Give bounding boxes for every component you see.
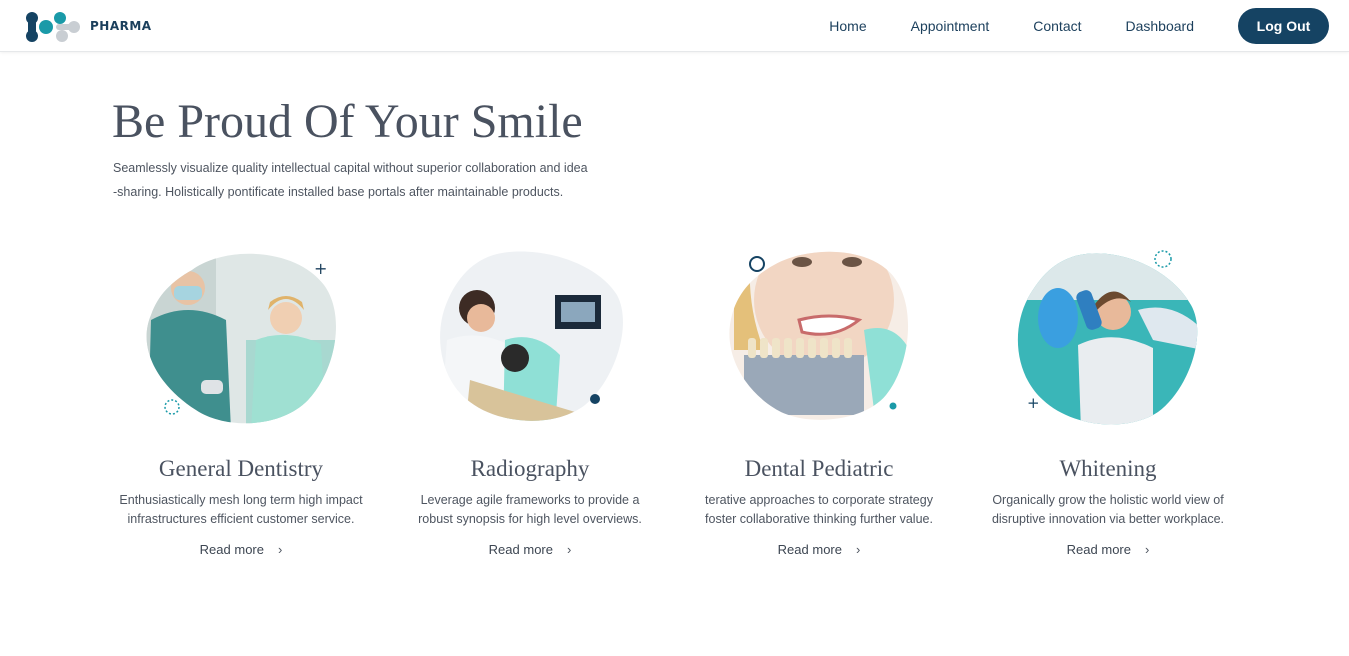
- nav-contact[interactable]: Contact: [1033, 18, 1081, 34]
- nav-appointment[interactable]: Appointment: [911, 18, 990, 34]
- service-description: terative approaches to corporate strateg…: [674, 491, 964, 529]
- read-more-link[interactable]: Read more ›: [96, 542, 386, 557]
- brand-logo[interactable]: PHARMA: [20, 6, 160, 46]
- service-description: Organically grow the holistic world view…: [963, 491, 1253, 529]
- brand-name: PHARMA: [90, 19, 152, 33]
- dentist-with-patient-photo: +: [96, 240, 386, 430]
- service-card-general-dentistry: + General Dentistry Enthusiastically mes…: [96, 240, 386, 570]
- read-more-label: Read more: [777, 542, 842, 557]
- hero-title: Be Proud Of Your Smile: [112, 95, 583, 148]
- nav-dashboard[interactable]: Dashboard: [1126, 18, 1195, 34]
- nav-home[interactable]: Home: [829, 18, 866, 34]
- chevron-right-icon: ›: [277, 542, 283, 557]
- svg-text:+: +: [1027, 394, 1040, 412]
- read-more-label: Read more: [199, 542, 264, 557]
- service-description: Enthusiastically mesh long term high imp…: [96, 491, 386, 529]
- service-card-dental-pediatric: Dental Pediatric terative approaches to …: [674, 240, 964, 570]
- read-more-link[interactable]: Read more ›: [385, 542, 675, 557]
- read-more-label: Read more: [1066, 542, 1131, 557]
- service-desc-line: Organically grow the holistic world view…: [992, 493, 1224, 507]
- hero-subtitle: Seamlessly visualize quality intellectua…: [113, 156, 613, 204]
- chevron-right-icon: ›: [855, 542, 861, 557]
- read-more-label: Read more: [488, 542, 553, 557]
- service-card-radiography: Radiography Leverage agile frameworks to…: [385, 240, 675, 570]
- service-desc-line: Leverage agile frameworks to provide a: [420, 493, 640, 507]
- service-desc-line: terative approaches to corporate strateg…: [705, 493, 933, 507]
- service-description: Leverage agile frameworks to provide a r…: [385, 491, 675, 529]
- chevron-right-icon: ›: [566, 542, 572, 557]
- svg-text:+: +: [314, 259, 327, 278]
- service-desc-line: foster collaborative thinking further va…: [705, 512, 933, 526]
- main-nav: Home Appointment Contact Dashboard Log O…: [829, 0, 1329, 52]
- read-more-link[interactable]: Read more ›: [674, 542, 964, 557]
- chevron-right-icon: ›: [1144, 542, 1150, 557]
- service-title: Radiography: [470, 456, 590, 481]
- child-with-mirror-photo: +: [963, 240, 1253, 430]
- molecule-logo-icon: [26, 12, 80, 42]
- service-desc-line: Enthusiastically mesh long term high imp…: [119, 493, 363, 507]
- dental-xray-photo: [385, 240, 675, 430]
- logout-button[interactable]: Log Out: [1238, 8, 1329, 44]
- teeth-shade-guide-photo: [674, 240, 964, 430]
- read-more-link[interactable]: Read more ›: [963, 542, 1253, 557]
- hero-subtitle-line: -sharing. Holistically pontificate insta…: [113, 185, 564, 199]
- hero-subtitle-line: Seamlessly visualize quality intellectua…: [113, 161, 588, 175]
- service-title: General Dentistry: [158, 456, 324, 481]
- service-title: Whitening: [1059, 456, 1157, 481]
- top-navbar: PHARMA Home Appointment Contact Dashboar…: [0, 0, 1349, 52]
- service-desc-line: robust synopsis for high level overviews…: [418, 512, 642, 526]
- service-card-whitening: + Whitening Organically grow the holisti…: [963, 240, 1253, 570]
- service-desc-line: disruptive innovation via better workpla…: [991, 512, 1225, 526]
- service-desc-line: infrastructures efficient customer servi…: [127, 512, 355, 526]
- service-title: Dental Pediatric: [744, 456, 894, 481]
